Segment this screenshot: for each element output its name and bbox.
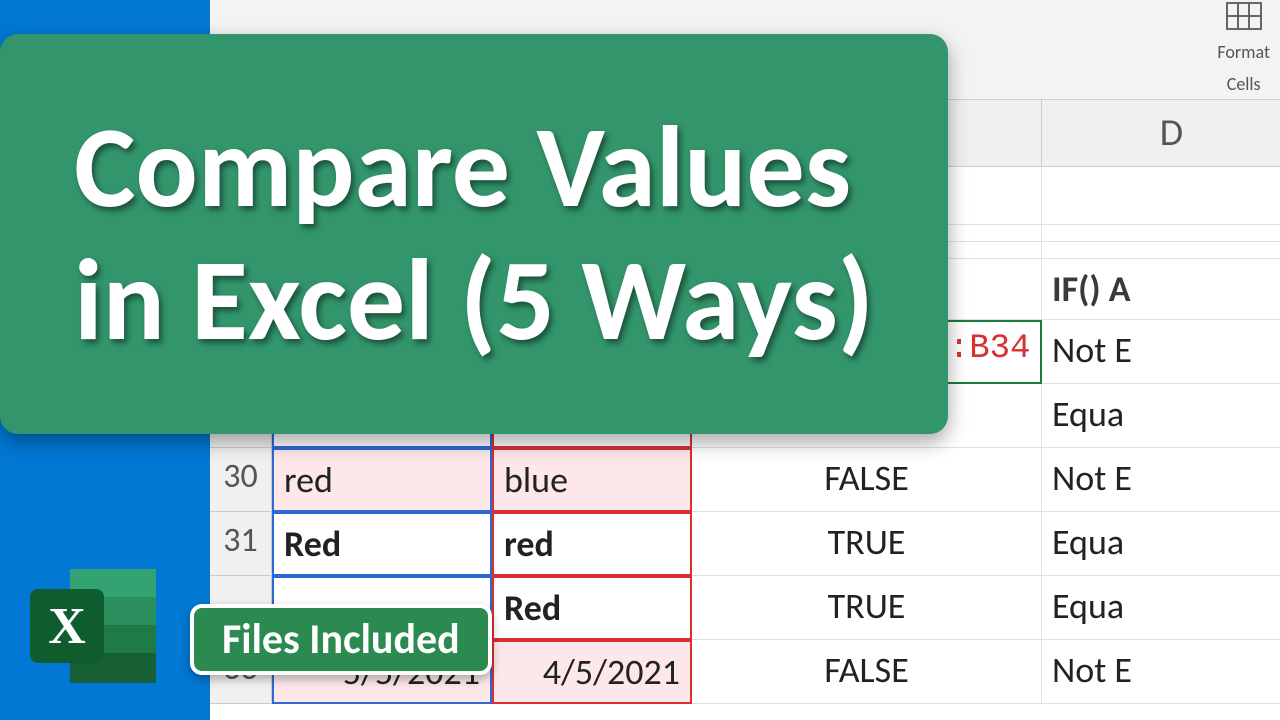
cell-C33[interactable]: FALSE — [692, 640, 1042, 704]
cell-E33[interactable]: Not E — [1042, 640, 1280, 704]
ribbon-group-label-cells: Cells — [1227, 73, 1261, 95]
cell-C31[interactable]: TRUE — [692, 512, 1042, 576]
cell-C30[interactable]: FALSE — [692, 448, 1042, 512]
cell-E28[interactable]: Not E — [1042, 320, 1280, 384]
cell-C32[interactable]: TRUE — [692, 576, 1042, 640]
cell-E31[interactable]: Equa — [1042, 512, 1280, 576]
row-header-30[interactable]: 30 — [210, 448, 272, 512]
ribbon-cells-group: Format Cells — [1217, 0, 1270, 95]
title-text: Compare Values in Excel (5 Ways) — [74, 101, 874, 368]
cell-B30[interactable]: blue — [492, 448, 692, 512]
cell-B32[interactable]: Red — [492, 576, 692, 640]
cell-E32[interactable]: Equa — [1042, 576, 1280, 640]
format-button-label[interactable]: Format — [1217, 41, 1270, 63]
cell-B31[interactable]: red — [492, 512, 692, 576]
files-included-badge: Files Included — [190, 604, 492, 675]
title-overlay: Compare Values in Excel (5 Ways) — [0, 34, 948, 434]
row-header-31[interactable]: 31 — [210, 512, 272, 576]
cell-E29[interactable]: Equa — [1042, 384, 1280, 448]
cell-E30[interactable]: Not E — [1042, 448, 1280, 512]
col-header-D[interactable]: D — [1042, 100, 1280, 167]
cell-E27[interactable]: IF() A — [1042, 259, 1280, 320]
cell-A31[interactable]: Red — [272, 512, 492, 576]
cell-D24[interactable] — [1042, 167, 1280, 225]
cell-B33[interactable]: 4/5/2021 — [492, 640, 692, 704]
format-icon[interactable] — [1223, 0, 1265, 37]
excel-logo-icon: X — [24, 561, 164, 696]
cell-A30[interactable]: red — [272, 448, 492, 512]
svg-text:X: X — [48, 598, 86, 655]
